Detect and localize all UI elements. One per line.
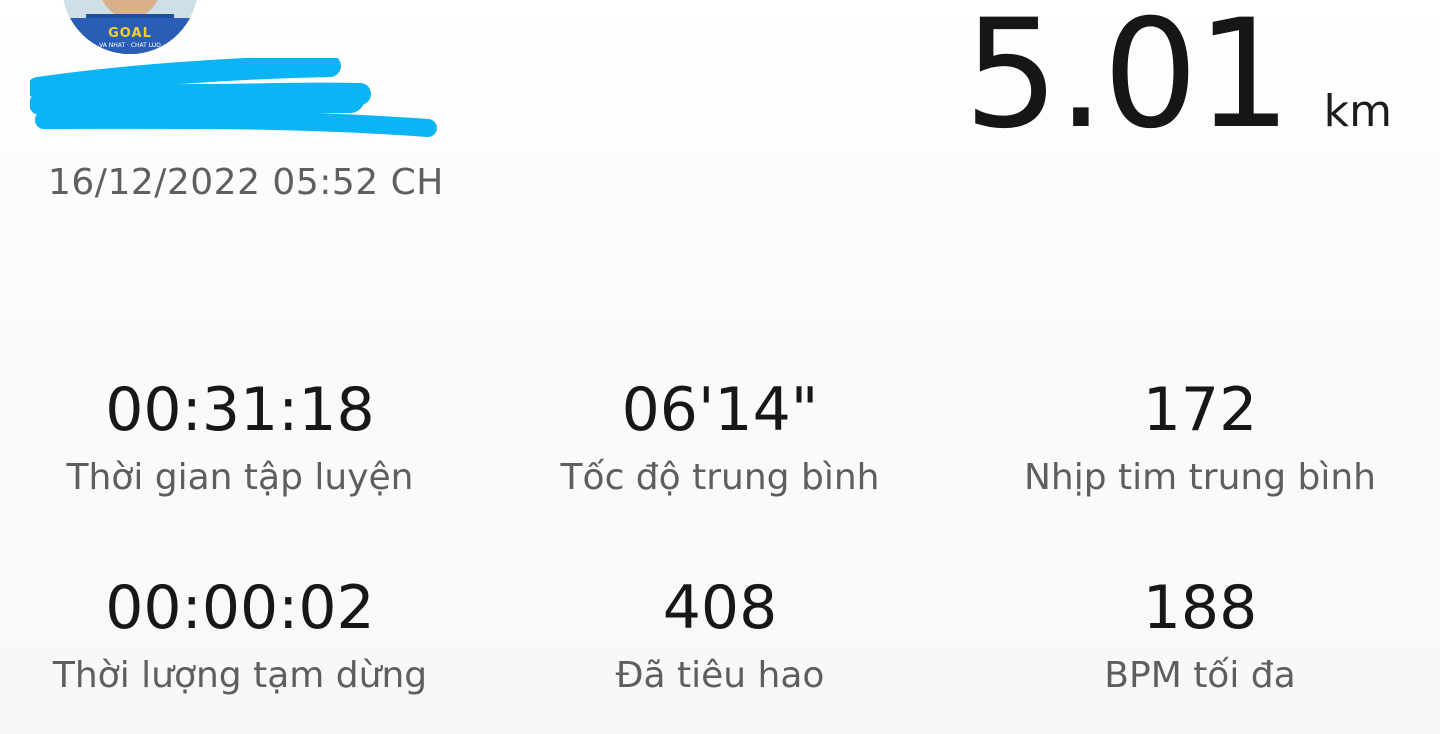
stat-value: 00:31:18 [105, 375, 375, 445]
stats-grid: 00:31:18 Thời gian tập luyện 06'14" Tốc … [0, 370, 1440, 728]
stat-average-pace: 06'14" Tốc độ trung bình [480, 370, 960, 568]
stat-calories-burned: 408 Đã tiêu hao [480, 568, 960, 728]
stat-value: 188 [1142, 573, 1258, 643]
stat-pause-duration: 00:00:02 Thời lượng tạm dừng [0, 568, 480, 728]
distance-value: 5.01 [963, 0, 1292, 162]
stat-value: 408 [662, 573, 778, 643]
distance-summary: 5.01 km [964, 0, 1392, 160]
user-avatar[interactable]: GOAL VA NHAT · CHAT LUO [62, 0, 198, 54]
stat-average-heart-rate: 172 Nhịp tim trung bình [960, 370, 1440, 568]
stat-value: 00:00:02 [105, 573, 375, 643]
avatar-motto-text: VA NHAT · CHAT LUO [99, 42, 161, 49]
redacted-username [30, 58, 437, 137]
stat-label: Thời lượng tạm dừng [52, 655, 428, 696]
distance-unit: km [1323, 86, 1392, 137]
stat-max-bpm: 188 BPM tối đa [960, 568, 1440, 728]
stat-label: BPM tối đa [1104, 655, 1296, 696]
stat-label: Đã tiêu hao [615, 655, 825, 696]
stat-label: Nhịp tim trung bình [1023, 457, 1376, 498]
stat-label: Thời gian tập luyện [66, 457, 414, 498]
stat-value: 06'14" [621, 375, 819, 445]
stat-label: Tốc độ trung bình [560, 457, 880, 498]
stat-workout-time: 00:31:18 Thời gian tập luyện [0, 370, 480, 568]
workout-datetime: 16/12/2022 05:52 CH [48, 162, 444, 203]
stat-value: 172 [1142, 375, 1258, 445]
avatar-badge-text: GOAL [108, 26, 152, 41]
